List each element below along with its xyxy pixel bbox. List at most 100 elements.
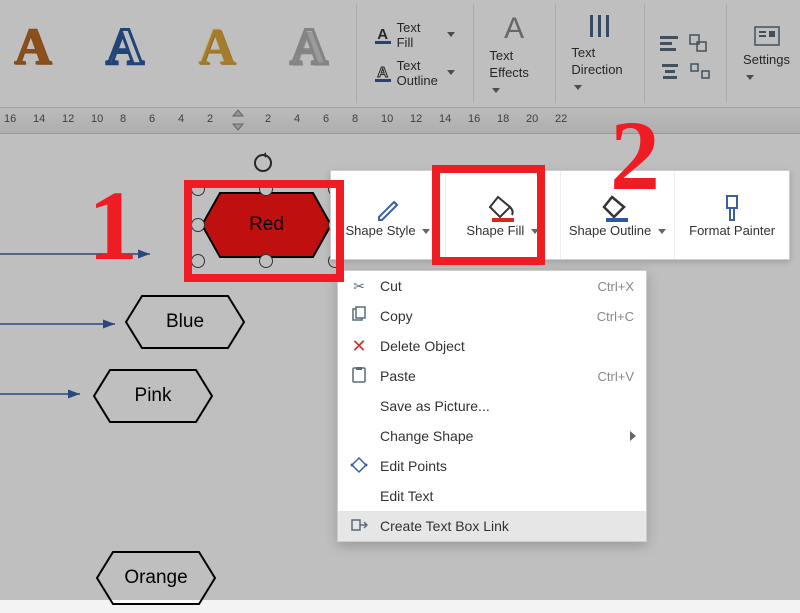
separator <box>555 4 556 103</box>
ruler-tick: 16 <box>4 113 16 125</box>
chevron-down-icon <box>447 70 455 75</box>
menu-change-shape[interactable]: Change Shape <box>338 421 646 451</box>
shape-style-button[interactable]: Shape Style <box>331 171 446 259</box>
wordart-style-gray-outline[interactable]: A <box>276 14 342 80</box>
menu-edit-text[interactable]: Edit Text <box>338 481 646 511</box>
ruler-tick: 16 <box>468 113 480 125</box>
menu-label: Create Text Box Link <box>380 518 509 534</box>
menu-cut[interactable]: ✂ Cut Ctrl+X <box>338 271 646 301</box>
delete-icon: ✕ <box>348 336 370 357</box>
shape-outline-label: Shape Outline <box>569 223 651 238</box>
chevron-down-icon <box>422 229 430 234</box>
paintbrush-icon <box>718 193 746 223</box>
ruler-tick: 20 <box>526 113 538 125</box>
shape-orange-hexagon[interactable]: Orange <box>93 548 219 608</box>
menu-copy[interactable]: Copy Ctrl+C <box>338 301 646 331</box>
callout-box-2 <box>432 165 545 265</box>
ruler-tick: 2 <box>265 113 271 125</box>
horizontal-ruler[interactable]: /* ticks populated below */ 161412108642… <box>0 108 800 134</box>
menu-label: Cut <box>380 278 402 294</box>
ruler-tick: 6 <box>323 113 329 125</box>
callout-number-2: 2 <box>610 98 660 213</box>
chevron-down-icon <box>447 32 455 37</box>
menu-shortcut: Ctrl+X <box>598 279 634 294</box>
align-center-icon[interactable] <box>658 61 682 81</box>
shape-mini-toolbar: Shape Style Shape Fill Shape Outline For… <box>330 170 790 260</box>
menu-label: Change Shape <box>380 428 473 444</box>
ruler-tick: 10 <box>381 113 393 125</box>
ruler-tick: 22 <box>555 113 567 125</box>
ruler-tick: 4 <box>178 113 184 125</box>
ribbon: A A A A A Text Fill A Text Outline A Tex… <box>0 0 800 108</box>
separator <box>726 4 727 103</box>
menu-create-textbox-link[interactable]: Create Text Box Link <box>338 511 646 541</box>
separator <box>644 4 645 103</box>
submenu-arrow-icon <box>630 431 636 441</box>
text-outline-button[interactable]: A Text Outline <box>371 55 459 91</box>
wordart-style-blue-outline[interactable]: A <box>92 14 158 80</box>
menu-label: Edit Text <box>380 488 433 504</box>
chevron-down-icon <box>746 75 754 80</box>
ruler-tick: 14 <box>439 113 451 125</box>
separator <box>356 4 357 103</box>
ruler-tick: 10 <box>91 113 103 125</box>
distribute-icon[interactable] <box>688 61 712 81</box>
ruler-tick: 6 <box>149 113 155 125</box>
settings-button[interactable]: Settings <box>733 0 800 107</box>
text-effects-icon: A <box>504 9 524 48</box>
text-format-group: A Text Fill A Text Outline <box>363 0 467 107</box>
menu-delete[interactable]: ✕ Delete Object <box>338 331 646 361</box>
settings-icon <box>752 22 782 52</box>
ruler-tick: 4 <box>294 113 300 125</box>
wordart-style-gold[interactable]: A <box>184 14 250 80</box>
shape-label: Blue <box>122 292 248 352</box>
text-outline-label: Text Outline <box>397 58 438 88</box>
menu-edit-points[interactable]: Edit Points <box>338 451 646 481</box>
ruler-tick: 2 <box>207 113 213 125</box>
pencil-icon <box>374 194 402 222</box>
menu-label: Edit Points <box>380 458 447 474</box>
object-align-icon[interactable] <box>688 33 712 53</box>
menu-label: Paste <box>380 368 416 384</box>
format-painter-button[interactable]: Format Painter <box>675 171 789 259</box>
chevron-down-icon <box>658 229 666 234</box>
shape-style-label: Shape Style <box>346 223 416 238</box>
text-fill-button[interactable]: A Text Fill <box>371 17 459 53</box>
align-left-icon[interactable] <box>658 33 682 53</box>
chevron-down-icon <box>574 85 582 90</box>
link-icon <box>348 516 370 537</box>
shape-label: Orange <box>93 548 219 608</box>
menu-shortcut: Ctrl+C <box>597 309 634 324</box>
edit-points-icon <box>348 456 370 477</box>
format-painter-label: Format Painter <box>689 223 775 238</box>
wordart-style-orange[interactable]: A <box>0 14 66 80</box>
ruler-tick: 14 <box>33 113 45 125</box>
menu-paste[interactable]: Paste Ctrl+V <box>338 361 646 391</box>
callout-number-1: 1 <box>88 168 138 283</box>
text-effects-label: Text Effects <box>489 48 529 80</box>
shape-blue-hexagon[interactable]: Blue <box>122 292 248 352</box>
chevron-down-icon <box>492 88 500 93</box>
text-direction-label: Text Direction <box>571 45 622 77</box>
ruler-tick: 12 <box>410 113 422 125</box>
scissors-icon: ✂ <box>348 278 370 295</box>
callout-box-1 <box>184 180 344 282</box>
wordart-gallery[interactable]: A A A A <box>0 0 350 107</box>
text-effects-button[interactable]: A Text Effects <box>479 0 548 107</box>
rotate-handle[interactable] <box>252 152 274 179</box>
settings-label: Settings <box>743 52 790 67</box>
menu-label: Delete Object <box>380 338 465 354</box>
indent-marker[interactable] <box>231 108 245 135</box>
menu-save-as-picture[interactable]: Save as Picture... <box>338 391 646 421</box>
ruler-tick: 12 <box>62 113 74 125</box>
ribbon-misc-group <box>650 0 720 107</box>
ruler-tick: 8 <box>352 113 358 125</box>
menu-label: Save as Picture... <box>380 398 490 414</box>
ruler-tick: 8 <box>120 113 126 125</box>
text-fill-label: Text Fill <box>397 20 438 50</box>
menu-label: Copy <box>380 308 413 324</box>
text-direction-button[interactable]: Text Direction <box>561 0 637 107</box>
separator <box>473 4 474 103</box>
shape-pink-hexagon[interactable]: Pink <box>90 366 216 426</box>
shape-label: Pink <box>90 366 216 426</box>
